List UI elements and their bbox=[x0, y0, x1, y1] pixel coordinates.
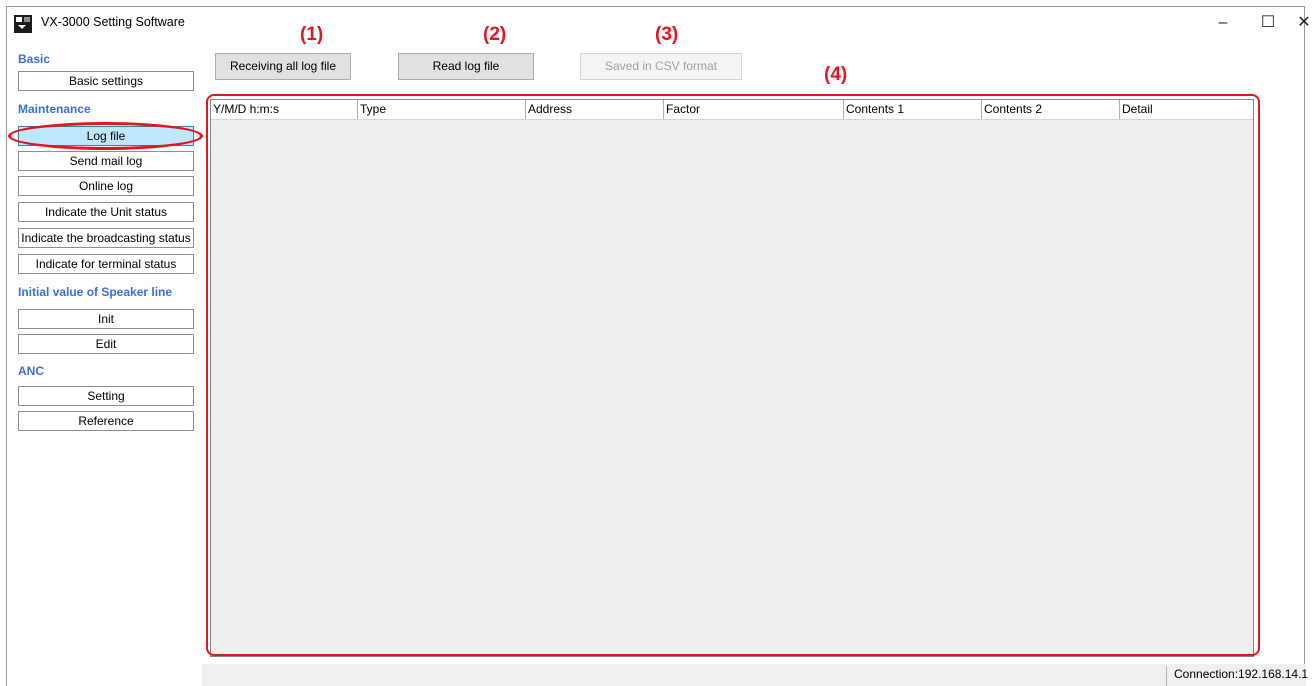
save-csv-button[interactable]: Saved in CSV format bbox=[580, 53, 742, 80]
column-datetime[interactable]: Y/M/D h:m:s bbox=[211, 100, 357, 119]
annotation-2: (2) bbox=[483, 24, 507, 45]
column-detail[interactable]: Detail bbox=[1119, 100, 1253, 119]
app-icon bbox=[14, 15, 32, 33]
log-table[interactable]: Y/M/D h:m:s Type Address Factor Contents… bbox=[210, 99, 1254, 657]
broadcasting-status-button[interactable]: Indicate the broadcasting status bbox=[18, 228, 194, 248]
receive-all-log-button[interactable]: Receiving all log file bbox=[215, 53, 351, 80]
init-button[interactable]: Init bbox=[18, 309, 194, 329]
connection-status: Connection:192.168.14.1 bbox=[1174, 667, 1309, 681]
section-anc: ANC bbox=[18, 364, 44, 378]
read-log-button[interactable]: Read log file bbox=[398, 53, 534, 80]
unit-status-button[interactable]: Indicate the Unit status bbox=[18, 202, 194, 222]
edit-button[interactable]: Edit bbox=[18, 334, 194, 354]
column-type[interactable]: Type bbox=[357, 100, 525, 119]
column-contents-2[interactable]: Contents 2 bbox=[981, 100, 1119, 119]
section-speaker-line: Initial value of Speaker line bbox=[18, 285, 173, 299]
table-header: Y/M/D h:m:s Type Address Factor Contents… bbox=[211, 100, 1253, 120]
anc-setting-button[interactable]: Setting bbox=[18, 386, 194, 406]
minimize-icon[interactable]: – bbox=[1200, 7, 1246, 39]
anc-reference-button[interactable]: Reference bbox=[18, 411, 194, 431]
status-separator bbox=[1166, 666, 1167, 686]
basic-settings-button[interactable]: Basic settings bbox=[18, 71, 194, 91]
annotation-1: (1) bbox=[300, 24, 324, 45]
close-icon[interactable]: ✕ bbox=[1281, 7, 1312, 39]
send-mail-log-button[interactable]: Send mail log bbox=[18, 151, 194, 171]
column-contents-1[interactable]: Contents 1 bbox=[843, 100, 981, 119]
annotation-3: (3) bbox=[655, 24, 679, 45]
terminal-status-button[interactable]: Indicate for terminal status bbox=[18, 254, 194, 274]
log-file-button[interactable]: Log file bbox=[18, 126, 194, 146]
annotation-4: (4) bbox=[824, 64, 848, 85]
section-basic: Basic bbox=[18, 52, 51, 66]
window-title: VX-3000 Setting Software bbox=[41, 15, 185, 29]
status-bar bbox=[202, 664, 1306, 686]
section-maintenance: Maintenance bbox=[18, 102, 91, 116]
online-log-button[interactable]: Online log bbox=[18, 176, 194, 196]
column-address[interactable]: Address bbox=[525, 100, 663, 119]
column-factor[interactable]: Factor bbox=[663, 100, 843, 119]
